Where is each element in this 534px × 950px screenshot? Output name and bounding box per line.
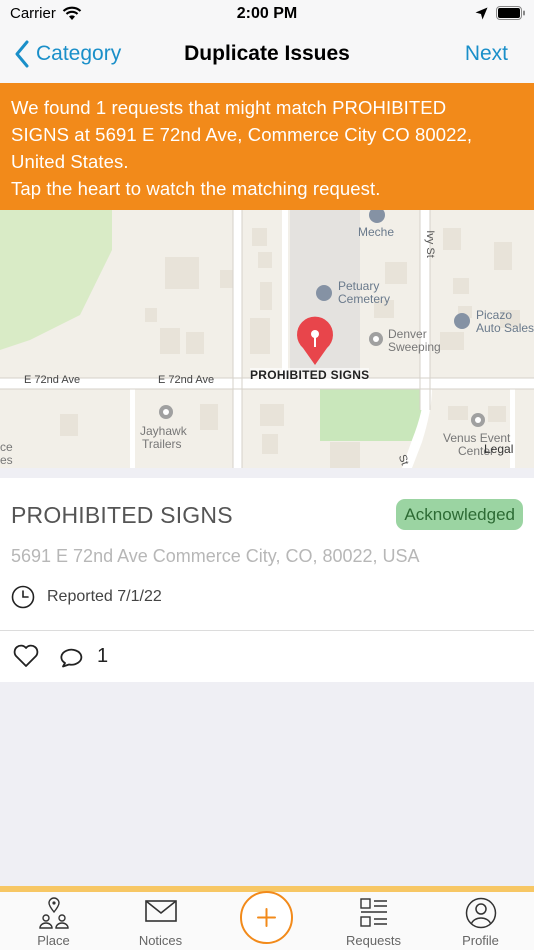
status-badge: Acknowledged [396,499,523,530]
tab-notices-label: Notices [138,933,183,948]
map-pin-label: PROHIBITED SIGNS [250,368,370,382]
map-label-denver-2: Sweeping [388,340,441,354]
tab-profile[interactable]: Profile [427,892,534,950]
request-actions: 1 [0,631,534,682]
map-label-ivy-north: Ivy St [423,230,436,258]
duplicate-notice-banner: We found 1 requests that might match PRO… [0,83,534,210]
navigation-bar: Category Duplicate Issues Next [0,30,534,83]
duplicate-issues-screen: Carrier 2:00 PM Category Duplicate Issue… [0,0,534,950]
status-bar: Carrier 2:00 PM [0,0,534,30]
mail-icon [144,900,177,922]
battery-icon [496,6,525,20]
page-title: Duplicate Issues [184,42,350,65]
map-label-meche: Meche [358,225,395,239]
map-label-picazo-2: Auto Sales [476,321,534,335]
map-label-jayhawk-2: Trailers [142,437,182,451]
banner-line-1: We found 1 requests that might match PRO… [11,97,447,118]
tab-bar: Place Notices Requests Profile [0,891,534,950]
map-label-street-mid: E 72nd Ave [158,374,215,386]
tab-place[interactable]: Place [0,892,107,950]
map-label-street-left: E 72nd Ave [24,374,81,386]
map-label-picazo-1: Picazo [476,308,513,322]
banner-line-4: Tap the heart to watch the matching requ… [11,178,381,199]
map-label-edge-2: es [0,453,13,467]
status-right [475,6,526,20]
map-canvas [0,210,534,468]
banner-line-3: United States. [11,151,129,172]
request-title: PROHIBITED SIGNS [11,502,233,528]
comment-count: 1 [97,645,109,667]
add-request-button[interactable] [240,891,293,944]
tab-notices[interactable]: Notices [107,892,214,950]
comments-button[interactable] [60,646,86,673]
map-label-jayhawk-1: Jayhawk [140,424,187,438]
comment-bubble-icon [60,648,83,668]
location-arrow-icon [475,7,488,19]
tab-requests-label: Requests [346,933,401,948]
map-label-cemetery-1: Petuary [338,279,380,293]
add-icon [257,908,276,927]
map-label-cemetery-2: Cemetery [338,292,391,306]
reported-row: Reported 7/1/22 [11,585,162,609]
next-button[interactable]: Next [465,42,508,66]
map-view[interactable]: Meche Ivy St Petuary Cemetery Denver Swe… [0,210,534,468]
status-time: 2:00 PM [236,5,298,22]
place-icon [38,897,69,929]
profile-icon [465,897,496,929]
banner-line-2: SIGNS at 5691 E 72nd Ave, Commerce City … [11,124,473,145]
request-card[interactable]: PROHIBITED SIGNS Acknowledged 5691 E 72n… [0,478,534,630]
heart-icon [13,644,39,667]
tab-requests[interactable]: Requests [320,892,427,950]
tab-profile-label: Profile [462,933,499,948]
map-legal-link[interactable]: Legal [484,442,513,456]
map-label-edge-1: ce [0,440,13,454]
tab-place-label: Place [37,933,70,948]
clock-icon [11,585,35,609]
request-address: 5691 E 72nd Ave Commerce City, CO, 80022… [11,546,420,566]
map-label-denver-1: Denver [388,327,427,341]
reported-date: Reported 7/1/22 [47,588,162,605]
list-icon [359,898,387,927]
watch-heart-button[interactable] [13,644,39,673]
